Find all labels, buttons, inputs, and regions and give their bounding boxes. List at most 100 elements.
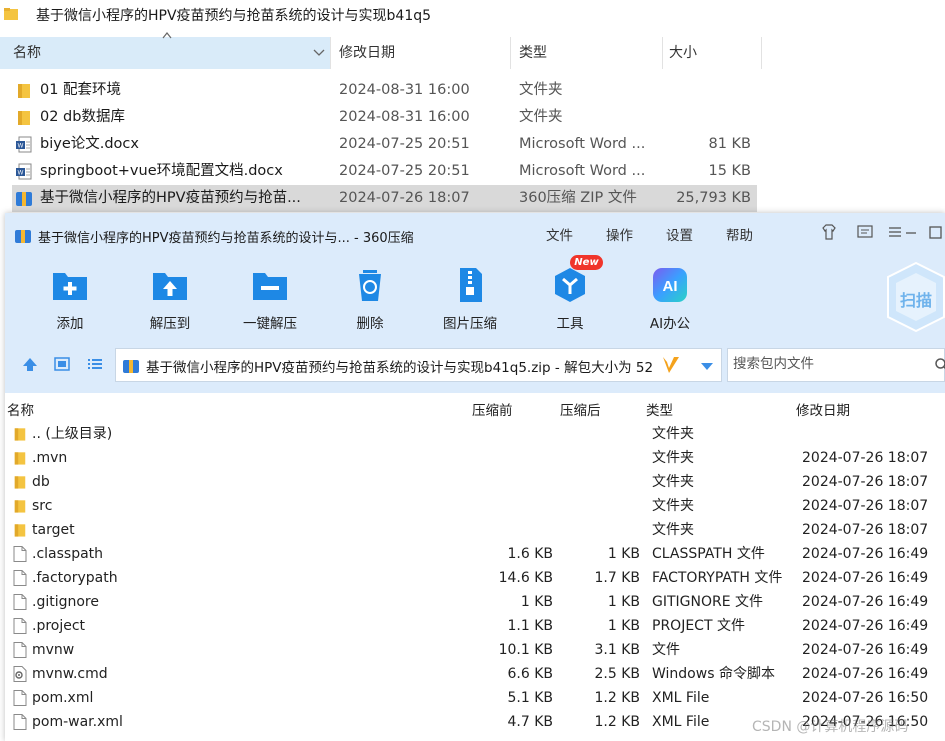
column-header-modified[interactable]: 修改日期 xyxy=(796,399,850,419)
entry-modified: 2024-07-26 18:07 xyxy=(802,450,929,466)
entry-name: mvnw xyxy=(32,642,75,658)
archive-row[interactable]: .classpath 1.6 KB 1 KB CLASSPATH 文件 2024-07-… xyxy=(5,542,945,566)
entry-size-after: 1.2 KB xyxy=(594,690,641,706)
entry-size-before: 4.7 KB xyxy=(507,714,554,730)
list-view-icon[interactable] xyxy=(86,355,104,373)
entry-name: .gitignore xyxy=(32,594,99,610)
entry-type: XML File xyxy=(652,714,710,730)
archive-row[interactable]: .factorypath 14.6 KB 1.7 KB FACTORYPATH 文件 2… xyxy=(5,566,945,590)
sort-ascending-icon xyxy=(162,32,172,39)
tools-button[interactable]: 工具 xyxy=(530,265,610,335)
file-name: 02 db数据库 xyxy=(40,109,125,125)
entry-modified: 2024-07-26 18:07 xyxy=(802,522,929,538)
column-header-name[interactable]: 名称 xyxy=(0,37,330,69)
archive-row[interactable]: db 文件夹 2024-07-26 18:07 xyxy=(5,470,945,494)
entry-size-before: 1 KB xyxy=(520,594,553,610)
zip-window-title: 基于微信小程序的HPV疫苗预约与抢苗系统的设计与... - 360压缩 xyxy=(38,231,414,246)
file-name: 基于微信小程序的HPV疫苗预约与抢苗... xyxy=(40,190,301,206)
path-field[interactable]: 基于微信小程序的HPV疫苗预约与抢苗系统的设计与实现b41q5.zip - 解包… xyxy=(115,348,722,382)
watermark: CSDN @计算机程序源码 xyxy=(752,719,909,735)
explorer-title: 基于微信小程序的HPV疫苗预约与抢苗系统的设计与实现b41q5 xyxy=(36,8,432,24)
folder-icon xyxy=(13,522,27,538)
maximize-icon[interactable] xyxy=(926,223,944,241)
entry-name: src xyxy=(32,498,53,514)
archive-row[interactable]: .project 1.1 KB 1 KB PROJECT 文件 2024-07-26 1… xyxy=(5,614,945,638)
column-header-after[interactable]: 压缩后 xyxy=(560,399,601,419)
column-header-size[interactable]: 大小 xyxy=(669,37,697,69)
message-icon[interactable] xyxy=(856,223,874,241)
add-folder-icon xyxy=(53,273,87,300)
entry-type: 文件夹 xyxy=(652,426,694,442)
archive-row[interactable]: src 文件夹 2024-07-26 18:07 xyxy=(5,494,945,518)
folder-icon xyxy=(13,426,27,442)
column-header-modified[interactable]: 修改日期 xyxy=(339,37,395,69)
column-header-type[interactable]: 类型 xyxy=(646,399,673,419)
skin-icon[interactable] xyxy=(820,223,838,241)
file-icon xyxy=(13,642,27,658)
extract-to-button[interactable]: 解压到 xyxy=(130,265,210,335)
search-input[interactable] xyxy=(731,355,915,373)
menu-help[interactable]: 帮助 xyxy=(726,224,753,244)
ai-office-button[interactable]: AI AI办公 xyxy=(630,265,710,335)
folder-icon xyxy=(13,474,27,490)
folder-icon xyxy=(4,8,18,20)
extract-to-icon xyxy=(153,273,187,300)
chevron-down-icon[interactable] xyxy=(313,48,325,58)
tools-icon xyxy=(555,268,585,302)
entry-type: PROJECT 文件 xyxy=(652,618,745,634)
entry-size-before: 1.6 KB xyxy=(507,546,554,562)
thumbnail-view-icon[interactable] xyxy=(53,355,71,373)
column-header-before[interactable]: 压缩前 xyxy=(472,399,513,419)
folder-icon xyxy=(16,109,32,126)
svg-text:W: W xyxy=(18,171,24,177)
up-arrow-icon[interactable] xyxy=(21,355,39,373)
archive-row[interactable]: .. (上级目录) 文件夹 xyxy=(5,422,945,446)
file-icon xyxy=(13,618,27,634)
menu-file[interactable]: 文件 xyxy=(546,224,573,244)
file-row[interactable]: Wbiye论文.docx 2024-07-25 20:51 Microsoft Wo… xyxy=(12,131,757,158)
search-box[interactable] xyxy=(727,348,945,382)
zip-archive-icon xyxy=(15,230,31,243)
entry-type: GITIGNORE 文件 xyxy=(652,594,764,610)
chevron-down-icon[interactable] xyxy=(700,361,714,371)
ai-office-icon: AI xyxy=(653,268,687,302)
menu-settings[interactable]: 设置 xyxy=(666,224,693,244)
archive-row[interactable]: mvnw.cmd 6.6 KB 2.5 KB Windows 命令脚本 2024-07-… xyxy=(5,662,945,686)
column-header-type[interactable]: 类型 xyxy=(519,37,547,69)
entry-size-after: 1 KB xyxy=(607,546,640,562)
column-header-name[interactable]: 名称 xyxy=(7,399,34,419)
menu-action[interactable]: 操作 xyxy=(606,224,633,244)
archive-row[interactable]: .gitignore 1 KB 1 KB GITIGNORE 文件 2024-07-26… xyxy=(5,590,945,614)
minimize-icon[interactable] xyxy=(902,223,920,241)
image-compress-label: 图片压缩 xyxy=(443,316,497,332)
explorer-titlebar: 基于微信小程序的HPV疫苗预约与抢苗系统的设计与实现b41q5 xyxy=(0,0,945,30)
entry-modified: 2024-07-26 16:49 xyxy=(802,594,929,610)
entry-name: .mvn xyxy=(32,450,68,466)
one-click-extract-button[interactable]: 一键解压 xyxy=(230,265,310,335)
archive-row[interactable]: mvnw 10.1 KB 3.1 KB 文件 2024-07-26 16:49 xyxy=(5,638,945,662)
zip-archive-icon xyxy=(16,190,32,207)
entry-modified: 2024-07-26 18:07 xyxy=(802,498,929,514)
file-row[interactable]: 02 db数据库 2024-08-31 16:00 文件夹 xyxy=(12,104,757,131)
delete-button[interactable]: 删除 xyxy=(330,265,410,335)
zip-titlebar: 基于微信小程序的HPV疫苗预约与抢苗系统的设计与... - 360压缩 文件 操… xyxy=(5,213,945,253)
archive-row[interactable]: pom.xml 5.1 KB 1.2 KB XML File 2024-07-26 16… xyxy=(5,686,945,710)
file-row[interactable]: 基于微信小程序的HPV疫苗预约与抢苗... 2024-07-26 18:07 360… xyxy=(12,185,757,212)
recycle-bin-icon xyxy=(359,270,381,301)
search-icon[interactable] xyxy=(934,357,945,373)
entry-modified: 2024-07-26 16:49 xyxy=(802,570,929,586)
file-modified: 2024-08-31 16:00 xyxy=(339,109,470,125)
zip-toolbar-area: 基于微信小程序的HPV疫苗预约与抢苗系统的设计与... - 360压缩 文件 操… xyxy=(5,213,945,393)
file-row[interactable]: 01 配套环境 2024-08-31 16:00 文件夹 xyxy=(12,77,757,104)
file-row[interactable]: Wspringboot+vue环境配置文档.docx 2024-07-25 20:… xyxy=(12,158,757,185)
add-button[interactable]: 添加 xyxy=(30,265,110,335)
image-compress-button[interactable]: 图片压缩 xyxy=(430,265,510,335)
file-size: 15 KB xyxy=(708,163,751,179)
ai-office-label: AI办公 xyxy=(649,316,691,332)
scan-button[interactable]: 扫描 xyxy=(882,261,945,333)
archive-row[interactable]: .mvn 文件夹 2024-07-26 18:07 xyxy=(5,446,945,470)
entry-type: Windows 命令脚本 xyxy=(652,666,775,682)
explorer-column-header: 名称 修改日期 类型 大小 xyxy=(0,37,945,69)
archive-row[interactable]: target 文件夹 2024-07-26 18:07 xyxy=(5,518,945,542)
folder-icon xyxy=(13,498,27,514)
